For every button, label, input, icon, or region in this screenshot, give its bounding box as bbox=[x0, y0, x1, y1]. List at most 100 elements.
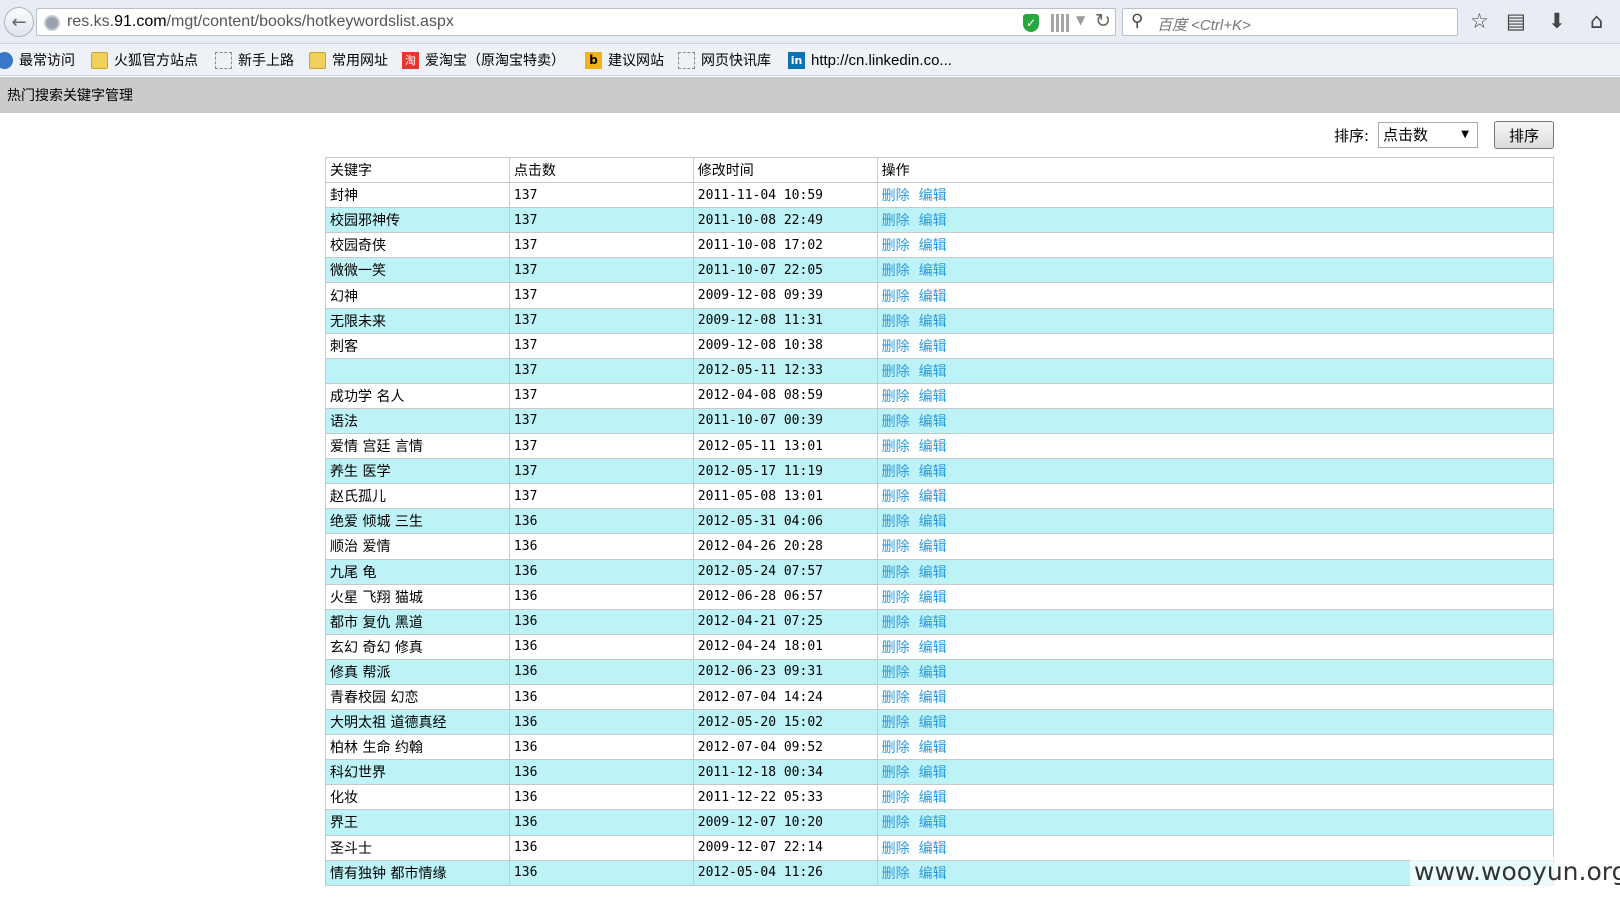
chevron-down-icon[interactable]: ▼ bbox=[1076, 13, 1085, 27]
edit-link[interactable]: 编辑 bbox=[919, 289, 947, 305]
bookmark-suggested[interactable]: b 建议网站 bbox=[585, 50, 664, 70]
cell-clicks: 137 bbox=[508, 282, 694, 309]
cell-clicks: 136 bbox=[508, 683, 694, 711]
shield-icon[interactable]: ✓ bbox=[1023, 14, 1039, 32]
delete-link[interactable]: 删除 bbox=[882, 539, 910, 555]
edit-link[interactable]: 编辑 bbox=[919, 640, 947, 656]
delete-link[interactable]: 删除 bbox=[882, 464, 910, 480]
address-bar[interactable]: res.ks.91.com/mgt/content/books/hotkeywo… bbox=[36, 8, 1116, 36]
edit-link[interactable]: 编辑 bbox=[919, 314, 947, 330]
edit-link[interactable]: 编辑 bbox=[919, 715, 947, 731]
cell-clicks: 137 bbox=[508, 182, 694, 209]
edit-link[interactable]: 编辑 bbox=[919, 740, 947, 756]
cell-modified-time: 2012-04-21 07:25 bbox=[692, 608, 878, 635]
sort-button[interactable]: 排序 bbox=[1494, 121, 1554, 149]
edit-link[interactable]: 编辑 bbox=[919, 439, 947, 455]
edit-link[interactable]: 编辑 bbox=[919, 539, 947, 555]
delete-link[interactable]: 删除 bbox=[882, 514, 910, 530]
sort-select[interactable]: 点击数 ▼ bbox=[1378, 122, 1478, 148]
edit-link[interactable]: 编辑 bbox=[919, 815, 947, 831]
delete-link[interactable]: 删除 bbox=[882, 866, 910, 882]
edit-link[interactable]: 编辑 bbox=[919, 263, 947, 279]
delete-link[interactable]: 删除 bbox=[882, 489, 910, 505]
watermark: www.wooyun.org bbox=[1410, 857, 1620, 886]
cell-modified-time: 2009-12-08 11:31 bbox=[692, 307, 878, 334]
delete-link[interactable]: 删除 bbox=[882, 238, 910, 254]
delete-link[interactable]: 删除 bbox=[882, 815, 910, 831]
delete-link[interactable]: 删除 bbox=[882, 765, 910, 781]
home-icon[interactable]: ⌂ bbox=[1590, 9, 1603, 33]
back-arrow-icon[interactable]: ← bbox=[4, 7, 34, 37]
bookmark-taobao[interactable]: 淘爱淘宝（原淘宝特卖） bbox=[402, 50, 565, 70]
edit-link[interactable]: 编辑 bbox=[919, 339, 947, 355]
delete-link[interactable]: 删除 bbox=[882, 289, 910, 305]
edit-link[interactable]: 编辑 bbox=[919, 389, 947, 405]
edit-link[interactable]: 编辑 bbox=[919, 188, 947, 204]
download-icon[interactable]: ⬇ bbox=[1548, 9, 1566, 33]
delete-link[interactable]: 删除 bbox=[882, 389, 910, 405]
reload-icon[interactable]: ↻ bbox=[1095, 10, 1111, 32]
cell-actions: 删除 编辑 bbox=[876, 483, 1555, 510]
delete-link[interactable]: 删除 bbox=[882, 640, 910, 656]
delete-link[interactable]: 删除 bbox=[882, 364, 910, 380]
delete-link[interactable]: 删除 bbox=[882, 314, 910, 330]
delete-link[interactable]: 删除 bbox=[882, 590, 910, 606]
cell-clicks: 136 bbox=[508, 508, 694, 535]
delete-link[interactable]: 删除 bbox=[882, 414, 910, 430]
cell-actions: 删除 编辑 bbox=[876, 458, 1555, 485]
delete-link[interactable]: 删除 bbox=[882, 188, 910, 204]
edit-link[interactable]: 编辑 bbox=[919, 213, 947, 229]
url-text[interactable]: res.ks.91.com/mgt/content/books/hotkeywo… bbox=[67, 13, 454, 31]
bookmark-linkedin[interactable]: in http://cn.linkedin.co... bbox=[788, 50, 952, 70]
cell-actions: 删除 编辑 bbox=[876, 583, 1555, 610]
edit-link[interactable]: 编辑 bbox=[919, 590, 947, 606]
delete-link[interactable]: 删除 bbox=[882, 439, 910, 455]
edit-link[interactable]: 编辑 bbox=[919, 765, 947, 781]
bookmark-getting-started[interactable]: 新手上路 bbox=[215, 50, 294, 70]
cell-clicks: 137 bbox=[508, 357, 694, 384]
edit-link[interactable]: 编辑 bbox=[919, 615, 947, 631]
bookmark-common-sites[interactable]: 常用网址 bbox=[309, 50, 388, 70]
edit-link[interactable]: 编辑 bbox=[919, 464, 947, 480]
edit-link[interactable]: 编辑 bbox=[919, 514, 947, 530]
cell-keyword: 赵氏孤儿 bbox=[325, 483, 510, 510]
edit-link[interactable]: 编辑 bbox=[919, 841, 947, 857]
edit-link[interactable]: 编辑 bbox=[919, 565, 947, 581]
edit-link[interactable]: 编辑 bbox=[919, 238, 947, 254]
delete-link[interactable]: 删除 bbox=[882, 565, 910, 581]
edit-link[interactable]: 编辑 bbox=[919, 414, 947, 430]
bookmarks-bar: 最常访问 火狐官方站点 新手上路 常用网址 淘爱淘宝（原淘宝特卖） b 建议网站 … bbox=[0, 44, 1620, 76]
folder-icon bbox=[91, 51, 108, 69]
edit-link[interactable]: 编辑 bbox=[919, 364, 947, 380]
cell-clicks: 136 bbox=[508, 809, 694, 836]
delete-link[interactable]: 删除 bbox=[882, 740, 910, 756]
star-icon[interactable]: ☆ bbox=[1470, 9, 1489, 33]
cell-keyword: 九尾 龟 bbox=[325, 558, 510, 585]
delete-link[interactable]: 删除 bbox=[882, 615, 910, 631]
edit-link[interactable]: 编辑 bbox=[919, 866, 947, 882]
bookmark-firefox[interactable]: 火狐官方站点 bbox=[91, 50, 198, 70]
cell-actions: 删除 编辑 bbox=[876, 734, 1555, 761]
cell-modified-time: 2009-12-07 10:20 bbox=[692, 809, 878, 836]
bookmark-web-slices[interactable]: 网页快讯库 bbox=[678, 50, 771, 70]
cell-modified-time: 2012-05-20 15:02 bbox=[692, 709, 878, 736]
bookmark-frequent[interactable]: 最常访问 bbox=[0, 50, 75, 70]
edit-link[interactable]: 编辑 bbox=[919, 665, 947, 681]
delete-link[interactable]: 删除 bbox=[882, 715, 910, 731]
delete-link[interactable]: 删除 bbox=[882, 841, 910, 857]
cell-clicks: 137 bbox=[508, 307, 694, 334]
delete-link[interactable]: 删除 bbox=[882, 665, 910, 681]
clipboard-icon[interactable]: ▤ bbox=[1506, 9, 1526, 33]
delete-link[interactable]: 删除 bbox=[882, 690, 910, 706]
table-row: 微微一笑 137 2011-10-07 22:05 删除 编辑 bbox=[325, 257, 1555, 284]
edit-link[interactable]: 编辑 bbox=[919, 790, 947, 806]
search-bar[interactable]: ⚲ 百度 <Ctrl+K> bbox=[1122, 8, 1458, 36]
cell-clicks: 137 bbox=[508, 433, 694, 460]
delete-link[interactable]: 删除 bbox=[882, 263, 910, 279]
edit-link[interactable]: 编辑 bbox=[919, 489, 947, 505]
edit-link[interactable]: 编辑 bbox=[919, 690, 947, 706]
delete-link[interactable]: 删除 bbox=[882, 213, 910, 229]
delete-link[interactable]: 删除 bbox=[882, 339, 910, 355]
qr-code-icon[interactable] bbox=[1051, 14, 1069, 32]
delete-link[interactable]: 删除 bbox=[882, 790, 910, 806]
